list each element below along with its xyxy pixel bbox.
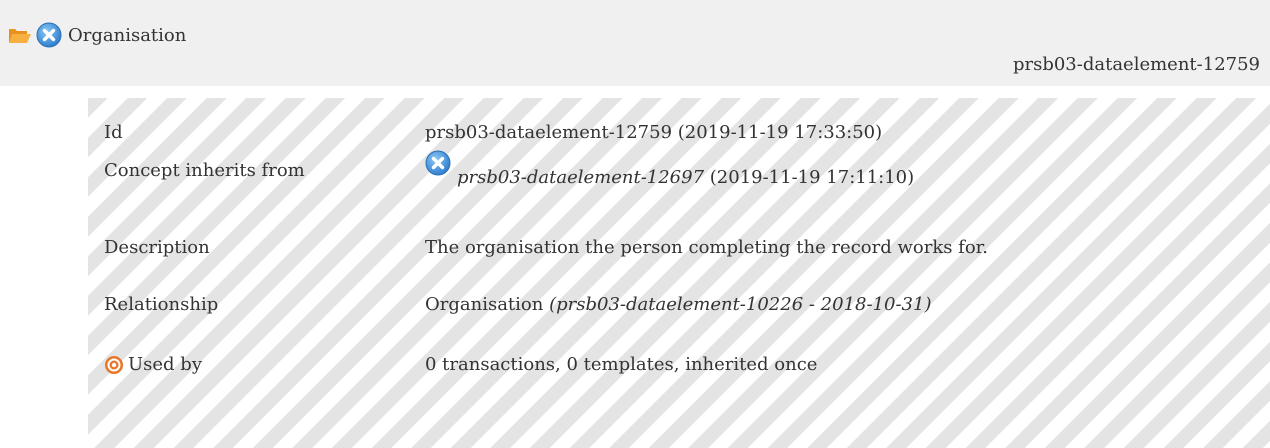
description-label: Description — [104, 237, 210, 258]
id-label: Id — [104, 122, 123, 143]
cancelled-status-icon — [36, 22, 62, 48]
relationship-label: Relationship — [104, 294, 219, 315]
inherits-label: Concept inherits from — [104, 160, 305, 181]
relationship-ref[interactable]: (prsb03-dataelement-10226 - 2018-10-31) — [543, 294, 931, 315]
id-value: prsb03-dataelement-12759 (2019-11-19 17:… — [425, 122, 883, 143]
inherits-date: (2019-11-19 17:11:10) — [704, 166, 915, 188]
relationship-value: Organisation (prsb03-dataelement-10226 -… — [425, 294, 931, 315]
target-icon[interactable] — [104, 355, 124, 375]
inherits-link[interactable]: prsb03-dataelement-12697 — [457, 167, 704, 188]
concept-title: Organisation — [68, 24, 187, 46]
used-by-label-group: Used by — [104, 354, 202, 375]
cancelled-status-icon — [425, 150, 451, 176]
relationship-name: Organisation — [425, 294, 544, 315]
description-value: The organisation the person completing t… — [425, 237, 989, 258]
concept-details-panel: Id prsb03-dataelement-12759 (2019-11-19 … — [88, 98, 1270, 448]
concept-id-label: prsb03-dataelement-12759 — [1012, 54, 1260, 75]
inherits-text: prsb03-dataelement-12697 (2019-11-19 17:… — [457, 167, 914, 188]
used-by-value: 0 transactions, 0 templates, inherited o… — [425, 354, 818, 375]
used-by-label: Used by — [128, 354, 202, 375]
folder-open-icon[interactable] — [8, 22, 32, 48]
concept-title-area[interactable]: Organisation — [8, 22, 186, 48]
concept-header: Organisation prsb03-dataelement-12759 — [0, 0, 1270, 86]
inherits-value: prsb03-dataelement-12697 (2019-11-19 17:… — [425, 150, 914, 188]
